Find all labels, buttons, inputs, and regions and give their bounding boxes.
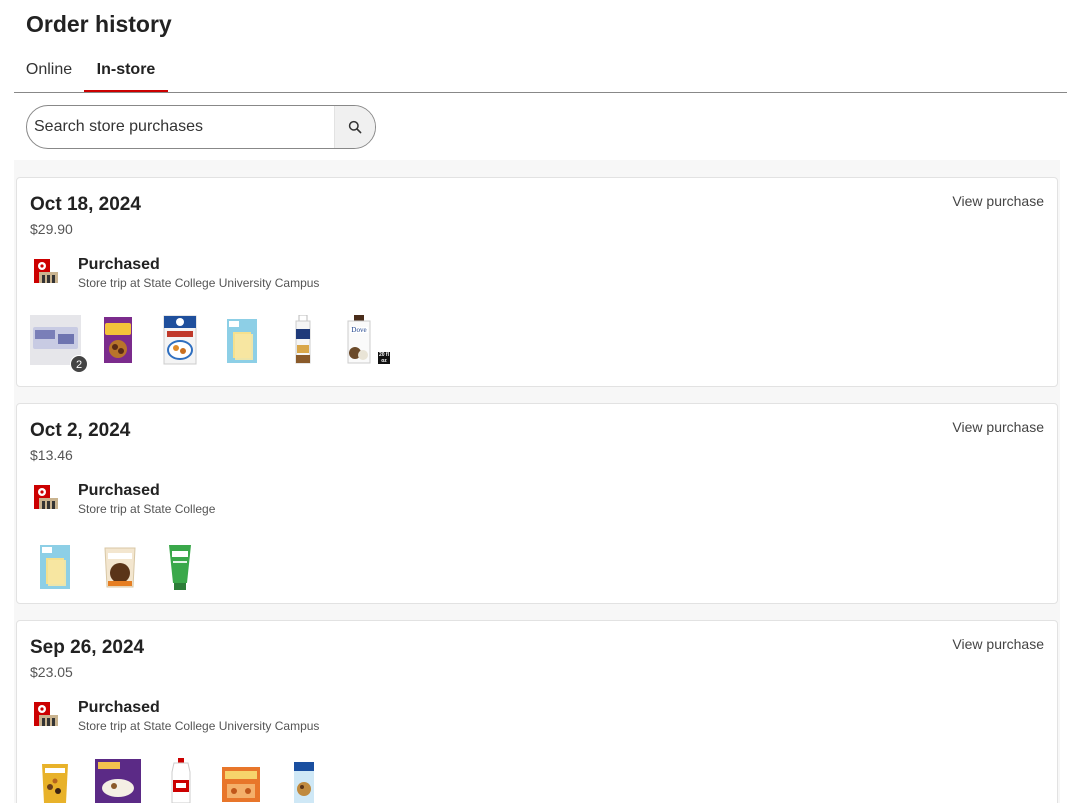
- milk-jug-icon: [171, 758, 191, 803]
- size-badge: 20 fl oz: [378, 352, 390, 364]
- cracker-box-icon: [222, 767, 260, 802]
- view-purchase-link[interactable]: View purchase: [952, 636, 1044, 652]
- page-title: Order history: [26, 11, 172, 37]
- cereal-box-icon: [294, 762, 314, 803]
- tab-in-store[interactable]: In-store: [84, 52, 168, 93]
- snack-bag-icon: [104, 547, 136, 588]
- order-status: Purchased: [78, 256, 160, 273]
- product-thumbnail[interactable]: [39, 544, 71, 590]
- store-icon: [34, 485, 58, 509]
- view-purchase-link[interactable]: View purchase: [952, 419, 1044, 435]
- search-icon: [348, 120, 362, 134]
- order-card: Oct 18, 2024 $29.90 View purchase Purcha…: [16, 177, 1058, 387]
- search-input[interactable]: [27, 106, 335, 148]
- view-purchase-link[interactable]: View purchase: [952, 193, 1044, 209]
- order-status: Purchased: [78, 699, 160, 716]
- product-thumbnail[interactable]: [102, 545, 138, 589]
- store-location: Store trip at State College University C…: [78, 719, 320, 733]
- cereal-box-icon: [163, 315, 197, 365]
- product-thumbnail[interactable]: [293, 761, 315, 803]
- store-location: Store trip at State College University C…: [78, 276, 320, 290]
- order-card: Oct 2, 2024 $13.46 View purchase Purchas…: [16, 403, 1058, 604]
- order-total: $23.05: [30, 664, 73, 680]
- search-box: [26, 105, 376, 149]
- store-icon: [34, 259, 58, 283]
- snack-bag-icon: [42, 764, 68, 803]
- order-date: Oct 2, 2024: [30, 420, 131, 441]
- tabs-divider: [14, 92, 1067, 93]
- product-thumbnail[interactable]: [221, 766, 261, 803]
- cheese-pack-icon: [227, 319, 257, 363]
- tab-online[interactable]: Online: [18, 52, 80, 93]
- product-thumbnail[interactable]: [94, 758, 142, 803]
- tube-icon: [169, 545, 191, 590]
- search-button[interactable]: [334, 106, 375, 148]
- product-thumbnail[interactable]: [170, 758, 192, 803]
- bodywash-bottle-icon: Dove: [347, 315, 371, 364]
- product-thumbnail[interactable]: [103, 316, 133, 364]
- cheese-pack-icon: [40, 545, 70, 589]
- cereal-box-icon: [95, 759, 141, 803]
- store-location: Store trip at State College: [78, 502, 216, 516]
- quantity-badge: 2: [70, 355, 88, 373]
- shampoo-bottle-icon: [295, 314, 311, 364]
- cereal-box-icon: [104, 317, 132, 363]
- order-total: $13.46: [30, 447, 73, 463]
- order-date: Sep 26, 2024: [30, 637, 145, 658]
- tab-bar: Online In-store: [0, 52, 1067, 93]
- order-status: Purchased: [78, 482, 160, 499]
- product-thumbnail[interactable]: [163, 315, 197, 365]
- order-date: Oct 18, 2024: [30, 194, 141, 215]
- product-thumbnail[interactable]: [39, 761, 71, 803]
- product-thumbnail[interactable]: [167, 543, 193, 591]
- product-thumbnail[interactable]: Dove 20 fl oz: [345, 315, 393, 365]
- brand-label: Dove: [351, 326, 366, 334]
- order-total: $29.90: [30, 221, 73, 237]
- order-card: Sep 26, 2024 $23.05 View purchase Purcha…: [16, 620, 1058, 803]
- product-thumbnail[interactable]: [293, 314, 313, 365]
- product-thumbnail[interactable]: 2: [30, 315, 88, 373]
- store-icon: [34, 702, 58, 726]
- product-thumbnail[interactable]: [226, 318, 258, 364]
